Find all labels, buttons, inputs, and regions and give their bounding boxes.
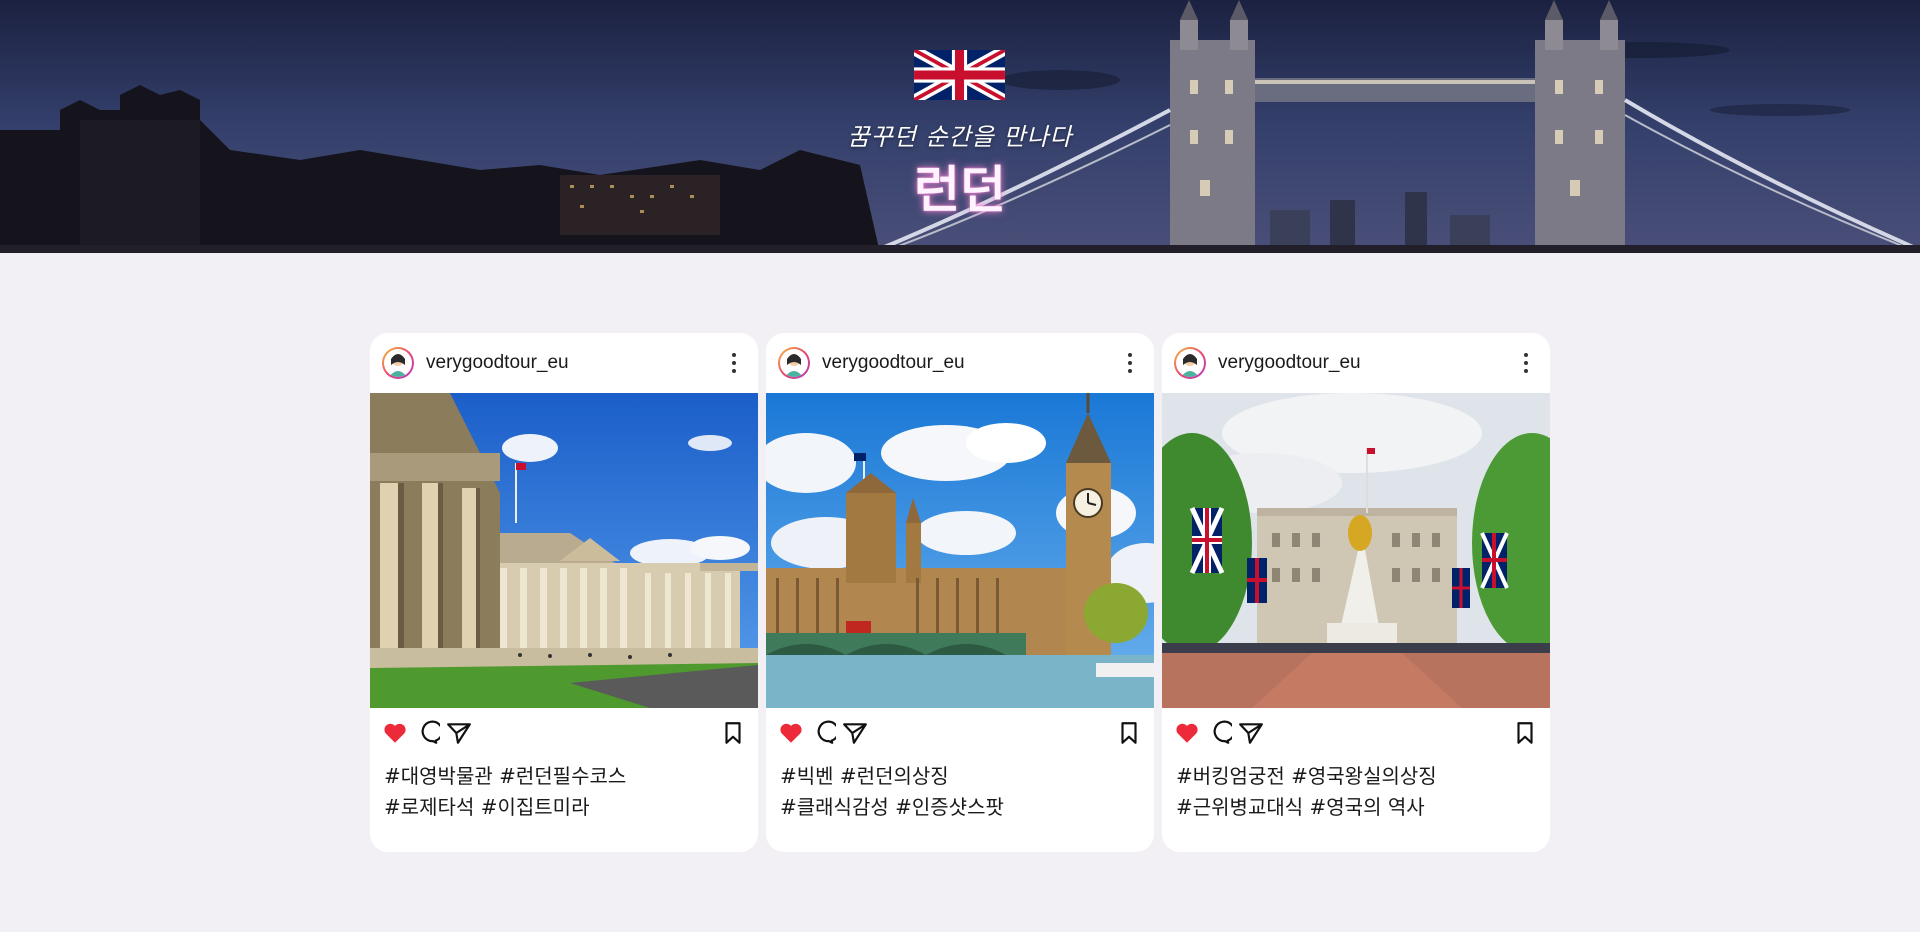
heart-icon[interactable]: [382, 720, 408, 746]
caption-line: #대영박물관 #런던필수코스: [384, 764, 627, 788]
uk-flag-icon: [914, 50, 1005, 100]
post-photo-buckingham-palace[interactable]: [1162, 393, 1550, 708]
hero-banner: 꿈꾸던 순간을 만나다 런던: [0, 0, 1920, 253]
avatar-person-icon: [1181, 354, 1199, 377]
username[interactable]: verygoodtour_eu: [822, 352, 965, 374]
caption-line: #버킹엄궁전 #영국왕실의상징: [1176, 764, 1437, 788]
send-icon[interactable]: [446, 720, 472, 746]
send-icon[interactable]: [842, 720, 868, 746]
comment-icon[interactable]: [810, 720, 836, 746]
post-card-list: verygoodtour_eu #대영박물관 #런던필수코스 #로제타석 #이집…: [370, 333, 1550, 852]
more-options-icon[interactable]: [1118, 351, 1142, 375]
send-icon[interactable]: [1238, 720, 1264, 746]
post-header: verygoodtour_eu: [370, 333, 758, 393]
post-photo-big-ben[interactable]: [766, 393, 1154, 708]
more-options-icon[interactable]: [1514, 351, 1538, 375]
avatar[interactable]: [382, 347, 414, 379]
post-card: verygoodtour_eu: [766, 333, 1154, 852]
post-card: verygoodtour_eu: [370, 333, 758, 852]
post-caption: #버킹엄궁전 #영국왕실의상징 #근위병교대식 #영국의 역사: [1176, 761, 1536, 823]
bookmark-icon[interactable]: [1116, 720, 1142, 746]
post-actions: [1162, 708, 1550, 758]
post-actions: [370, 708, 758, 758]
heart-icon[interactable]: [778, 720, 804, 746]
username[interactable]: verygoodtour_eu: [426, 352, 569, 374]
avatar[interactable]: [1174, 347, 1206, 379]
hero-subtitle: 꿈꾸던 순간을 만나다: [847, 123, 1073, 151]
post-header: verygoodtour_eu: [1162, 333, 1550, 393]
post-header: verygoodtour_eu: [766, 333, 1154, 393]
bookmark-icon[interactable]: [1512, 720, 1538, 746]
caption-line: #근위병교대식 #영국의 역사: [1176, 795, 1425, 819]
caption-line: #빅벤 #런던의상징: [780, 764, 949, 788]
username[interactable]: verygoodtour_eu: [1218, 352, 1361, 374]
post-photo-british-museum[interactable]: [370, 393, 758, 708]
avatar[interactable]: [778, 347, 810, 379]
avatar-person-icon: [389, 354, 407, 377]
post-caption: #빅벤 #런던의상징 #클래식감성 #인증샷스팟: [780, 761, 1140, 823]
heart-icon[interactable]: [1174, 720, 1200, 746]
post-card: verygoodtour_eu: [1162, 333, 1550, 852]
post-actions: [766, 708, 1154, 758]
comment-icon[interactable]: [414, 720, 440, 746]
post-caption: #대영박물관 #런던필수코스 #로제타석 #이집트미라: [384, 761, 744, 823]
hero-title: 런던: [914, 161, 1006, 219]
more-options-icon[interactable]: [722, 351, 746, 375]
comment-icon[interactable]: [1206, 720, 1232, 746]
bookmark-icon[interactable]: [720, 720, 746, 746]
avatar-person-icon: [785, 354, 803, 377]
caption-line: #로제타석 #이집트미라: [384, 795, 590, 819]
caption-line: #클래식감성 #인증샷스팟: [780, 795, 1004, 819]
